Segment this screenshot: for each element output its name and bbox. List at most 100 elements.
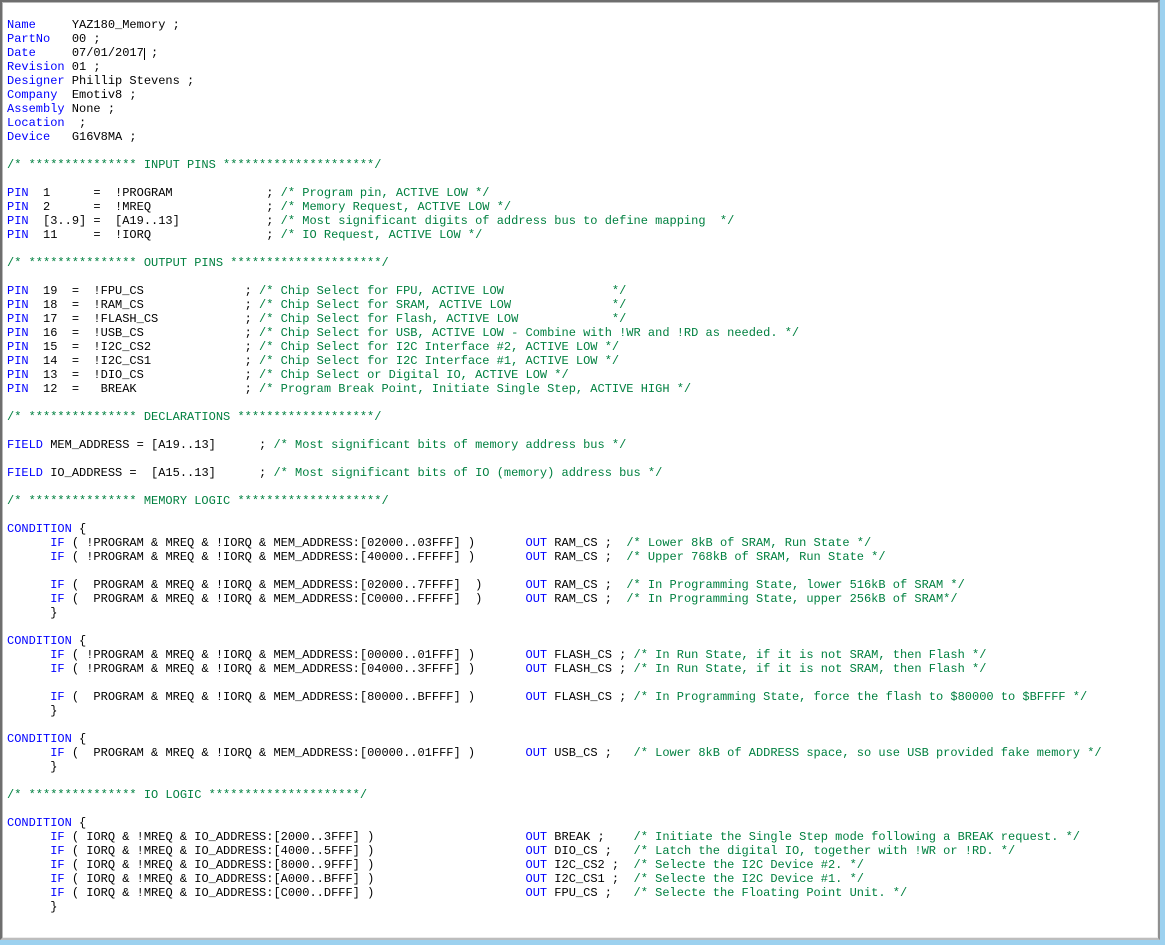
code-keyword: Name — [7, 18, 36, 32]
code-keyword: OUT — [526, 872, 548, 886]
code-line: PIN 12 = BREAK ; /* Program Break Point,… — [7, 382, 1158, 396]
code-text: Phillip Stevens ; — [65, 74, 195, 88]
code-text: { — [72, 732, 86, 746]
code-keyword: FIELD — [7, 438, 43, 452]
code-text: 07/01/2017 — [36, 46, 144, 60]
code-keyword: PIN — [7, 186, 29, 200]
code-keyword: IF — [50, 550, 64, 564]
code-keyword: CONDITION — [7, 634, 72, 648]
code-line: } — [7, 606, 1158, 620]
code-line: PIN 13 = !DIO_CS ; /* Chip Select or Dig… — [7, 368, 1158, 382]
code-text: } — [7, 704, 57, 718]
code-line — [7, 452, 1158, 466]
code-line: PIN 2 = !MREQ ; /* Memory Request, ACTIV… — [7, 200, 1158, 214]
code-keyword: Date — [7, 46, 36, 60]
code-keyword: OUT — [526, 886, 548, 900]
code-comment: /* Chip Select for SRAM, ACTIVE LOW */ — [259, 298, 626, 312]
code-keyword: PartNo — [7, 32, 50, 46]
code-area[interactable]: Name YAZ180_Memory ;PartNo 00 ;Date 07/0… — [2, 14, 1158, 926]
code-comment: /* Chip Select for I2C Interface #1, ACT… — [259, 354, 619, 368]
code-comment: /* Chip Select for FPU, ACTIVE LOW */ — [259, 284, 626, 298]
code-text: FLASH_CS ; — [547, 648, 633, 662]
code-keyword: FIELD — [7, 466, 43, 480]
code-text — [7, 690, 50, 704]
code-text: FLASH_CS ; — [547, 662, 633, 676]
code-keyword: PIN — [7, 214, 29, 228]
code-comment: /* In Programming State, lower 516kB of … — [626, 578, 964, 592]
code-text: ( IORQ & !MREQ & IO_ADDRESS:[C000..DFFF]… — [65, 886, 526, 900]
code-text: } — [7, 760, 57, 774]
code-keyword: Assembly — [7, 102, 65, 116]
code-comment: /* In Run State, if it is not SRAM, then… — [634, 648, 987, 662]
code-text: RAM_CS ; — [547, 536, 626, 550]
code-line: PIN 17 = !FLASH_CS ; /* Chip Select for … — [7, 312, 1158, 326]
code-keyword: IF — [50, 536, 64, 550]
code-text: 1 = !PROGRAM ; — [29, 186, 281, 200]
code-comment: /* *************** IO LOGIC ************… — [7, 788, 367, 802]
code-keyword: IF — [50, 886, 64, 900]
code-line: } — [7, 900, 1158, 914]
code-text: ( !PROGRAM & MREQ & !IORQ & MEM_ADDRESS:… — [65, 648, 526, 662]
code-text — [7, 592, 50, 606]
code-comment: /* Chip Select for Flash, ACTIVE LOW */ — [259, 312, 626, 326]
code-keyword: OUT — [526, 746, 548, 760]
code-comment: /* In Run State, if it is not SRAM, then… — [634, 662, 987, 676]
code-keyword: OUT — [526, 578, 548, 592]
code-text: ( !PROGRAM & MREQ & !IORQ & MEM_ADDRESS:… — [65, 662, 526, 676]
code-line: IF ( PROGRAM & MREQ & !IORQ & MEM_ADDRES… — [7, 592, 1158, 606]
code-line: /* *************** OUTPUT PINS *********… — [7, 256, 1158, 270]
code-keyword: PIN — [7, 284, 29, 298]
code-keyword: OUT — [526, 690, 548, 704]
code-comment: /* *************** INPUT PINS **********… — [7, 158, 381, 172]
code-keyword: OUT — [526, 536, 548, 550]
code-text: 14 = !I2C_CS1 ; — [29, 354, 259, 368]
code-text: ; — [65, 116, 87, 130]
code-line: Company Emotiv8 ; — [7, 88, 1158, 102]
code-keyword: IF — [50, 858, 64, 872]
code-keyword: IF — [50, 578, 64, 592]
code-text — [7, 844, 50, 858]
code-comment: /* Most significant bits of memory addre… — [273, 438, 626, 452]
code-line — [7, 508, 1158, 522]
code-line: IF ( IORQ & !MREQ & IO_ADDRESS:[4000..5F… — [7, 844, 1158, 858]
code-text: FPU_CS ; — [547, 886, 633, 900]
code-comment: /* Selecte the Floating Point Unit. */ — [634, 886, 908, 900]
code-text: 2 = !MREQ ; — [29, 200, 281, 214]
code-text: [3..9] = [A19..13] ; — [29, 214, 281, 228]
code-keyword: IF — [50, 746, 64, 760]
code-text: ; — [144, 46, 158, 60]
code-text: { — [72, 816, 86, 830]
code-comment: /* Lower 8kB of ADDRESS space, so use US… — [634, 746, 1102, 760]
code-line — [7, 242, 1158, 256]
code-keyword: IF — [50, 662, 64, 676]
code-line: IF ( !PROGRAM & MREQ & !IORQ & MEM_ADDRE… — [7, 536, 1158, 550]
code-comment: /* Program pin, ACTIVE LOW */ — [281, 186, 490, 200]
code-keyword: IF — [50, 648, 64, 662]
code-text — [7, 578, 50, 592]
code-keyword: OUT — [526, 858, 548, 872]
code-text: BREAK ; — [547, 830, 633, 844]
code-comment: /* Selecte the I2C Device #1. */ — [634, 872, 864, 886]
code-keyword: OUT — [526, 662, 548, 676]
code-text: ( IORQ & !MREQ & IO_ADDRESS:[4000..5FFF]… — [65, 844, 526, 858]
code-text: ( !PROGRAM & MREQ & !IORQ & MEM_ADDRESS:… — [65, 550, 526, 564]
code-line — [7, 564, 1158, 578]
code-text: YAZ180_Memory ; — [36, 18, 180, 32]
code-text — [7, 550, 50, 564]
code-text: ( IORQ & !MREQ & IO_ADDRESS:[A000..BFFF]… — [65, 872, 526, 886]
code-keyword: OUT — [526, 830, 548, 844]
code-text: 01 ; — [65, 60, 101, 74]
code-text: 11 = !IORQ ; — [29, 228, 281, 242]
code-comment: /* Most significant digits of address bu… — [281, 214, 735, 228]
code-text: MEM_ADDRESS = [A19..13] ; — [43, 438, 273, 452]
code-line: IF ( !PROGRAM & MREQ & !IORQ & MEM_ADDRE… — [7, 648, 1158, 662]
code-line: CONDITION { — [7, 522, 1158, 536]
code-line: CONDITION { — [7, 816, 1158, 830]
code-line: IF ( PROGRAM & MREQ & !IORQ & MEM_ADDRES… — [7, 578, 1158, 592]
code-text: ( !PROGRAM & MREQ & !IORQ & MEM_ADDRESS:… — [65, 536, 526, 550]
code-line: Assembly None ; — [7, 102, 1158, 116]
code-line: IF ( !PROGRAM & MREQ & !IORQ & MEM_ADDRE… — [7, 662, 1158, 676]
code-text: I2C_CS1 ; — [547, 872, 633, 886]
code-text: ( IORQ & !MREQ & IO_ADDRESS:[2000..3FFF]… — [65, 830, 526, 844]
code-line: IF ( IORQ & !MREQ & IO_ADDRESS:[C000..DF… — [7, 886, 1158, 900]
